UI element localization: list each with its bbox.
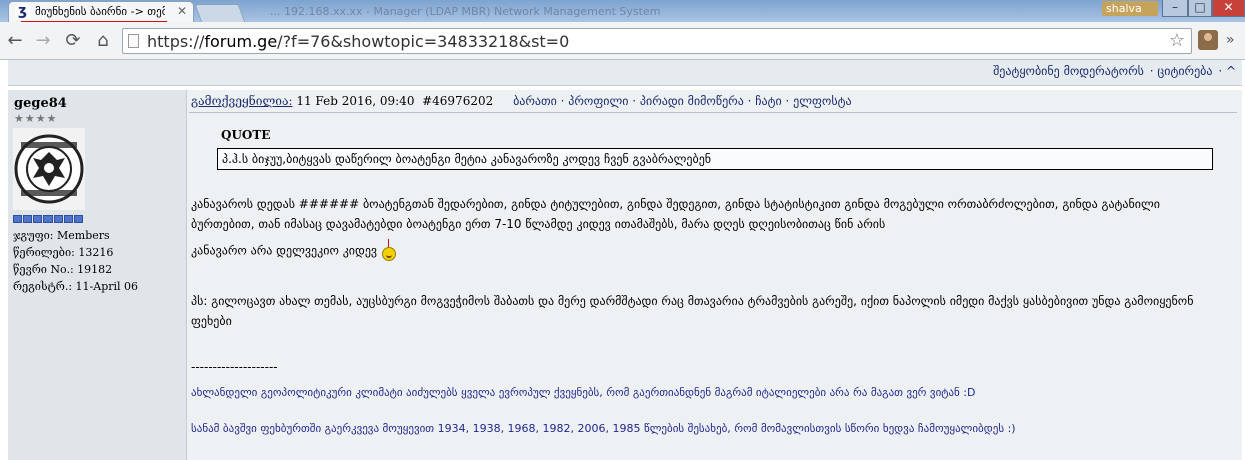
author-member-number: წევრი No.: 19182 <box>13 263 113 276</box>
minimize-button[interactable]: – <box>1162 0 1188 17</box>
tab-close-icon[interactable]: ✕ <box>177 4 187 18</box>
maximize-button[interactable]: □ <box>1188 0 1212 17</box>
overflow-chevron-icon[interactable]: » <box>1226 32 1235 48</box>
profile-badge[interactable]: shalva <box>1102 1 1158 16</box>
address-bar[interactable]: https://forum.ge/?f=76&showtopic=3483321… <box>122 28 1192 54</box>
author-rank-stars: ★★★★ <box>14 112 58 125</box>
post-paragraph-3: პს: გილოცავთ ახალ თემას, აუცსბურგი მოგვე… <box>191 294 1194 328</box>
post-content: გამოქვეყნილია: 11 Feb 2016, 09:40 #46976… <box>187 90 1242 460</box>
post-header: გამოქვეყნილია: 11 Feb 2016, 09:40 #46976… <box>191 94 852 108</box>
published-label[interactable]: გამოქვეყნილია: <box>191 94 293 108</box>
dfb-logo-icon <box>13 128 85 210</box>
post-paragraph-2: კანავარო არა დელვეკიო კიდევ <box>191 239 1221 263</box>
author-post-count: წერილები: 13216 <box>13 246 114 259</box>
forum-favicon-icon: ʒ <box>15 4 30 19</box>
quote-label: QUOTE <box>221 128 271 142</box>
post-count-bar <box>13 215 83 223</box>
post-paragraph-1: კანავაროს დედას ###### ბოატენგთან შედარე… <box>191 197 1160 231</box>
post-actions-links[interactable]: ბარათი · პროფილი · პირადი მიმოწერა · ჩატ… <box>513 94 851 108</box>
quote-link[interactable]: · ციტირება <box>1150 64 1213 78</box>
background-window-title: ... 192.168.xx.xx - Manager (LDAP MBR) N… <box>270 5 661 18</box>
forum-page: შეატყობინე მოდერატორს · ციტირება · ^ geg… <box>0 60 1245 460</box>
signature-line-1: ახლანდელი გეოპოლიტიკური კლიმატი აიძულებს… <box>191 386 976 399</box>
forward-arrow-icon[interactable]: → <box>32 30 54 52</box>
quote-text: პ.ჰ.ს ბიჯუუ,ბიტყვას დაწერილ ბოატენგი მეტ… <box>222 152 712 166</box>
browser-tab-active[interactable]: ʒ მიუნხენის ბაირნი -> თემ ✕ <box>8 1 194 24</box>
post-id[interactable]: #46976202 <box>422 94 493 108</box>
laughing-smiley-icon <box>381 239 397 263</box>
author-profile-info: ჯგუფი: Members წერილები: 13216 წევრი No.… <box>13 227 138 295</box>
scroll-top-link[interactable]: · ^ <box>1218 64 1236 78</box>
author-registration-date: რეგისტრ.: 11-April 06 <box>13 280 139 293</box>
reload-icon[interactable]: ⟳ <box>62 30 84 52</box>
author-panel: gege84 ★★★★ ჯგუფი: Members წერილები: 132… <box>8 90 187 460</box>
header-divider <box>189 112 1237 113</box>
user-avatar-icon[interactable] <box>1198 30 1218 50</box>
profile-name: shalva <box>1106 2 1142 15</box>
page-icon <box>128 34 139 48</box>
close-window-button[interactable]: ✕ <box>1212 0 1245 17</box>
bookmark-star-icon[interactable]: ☆ <box>1169 30 1185 51</box>
tab-title: მიუნხენის ბაირნი -> თემ <box>35 5 165 18</box>
signature-separator: -------------------- <box>191 360 278 374</box>
post-toolbar-links: შეატყობინე მოდერატორს · ციტირება · ^ <box>991 64 1236 78</box>
home-icon[interactable]: ⌂ <box>92 30 114 52</box>
report-to-moderator-link[interactable]: შეატყობინე მოდერატორს <box>993 64 1144 78</box>
window-titlebar: ʒ მიუნხენის ბაირნი -> თემ ✕ ... 192.168.… <box>0 0 1245 24</box>
quote-box: პ.ჰ.ს ბიჯუუ,ბიტყვას დაწერილ ბოატენგი მეტ… <box>217 148 1213 170</box>
post-date: 11 Feb 2016, 09:40 <box>292 94 415 108</box>
author-avatar[interactable] <box>13 128 85 210</box>
new-tab-button[interactable] <box>194 4 246 23</box>
url-text[interactable]: https://forum.ge/?f=76&showtopic=3483321… <box>147 32 569 51</box>
author-group: ჯგუფი: Members <box>13 229 110 242</box>
post-toolbar: შეატყობინე მოდერატორს · ციტირება · ^ <box>8 60 1242 86</box>
browser-toolbar: ← → ⟳ ⌂ https://forum.ge/?f=76&showtopic… <box>0 22 1245 60</box>
signature-line-2: სანამ ბავშვი ფეხბურთში გაერკვევა მოუყევი… <box>191 422 1016 435</box>
back-arrow-icon[interactable]: ← <box>4 30 26 52</box>
author-name[interactable]: gege84 <box>14 96 67 111</box>
